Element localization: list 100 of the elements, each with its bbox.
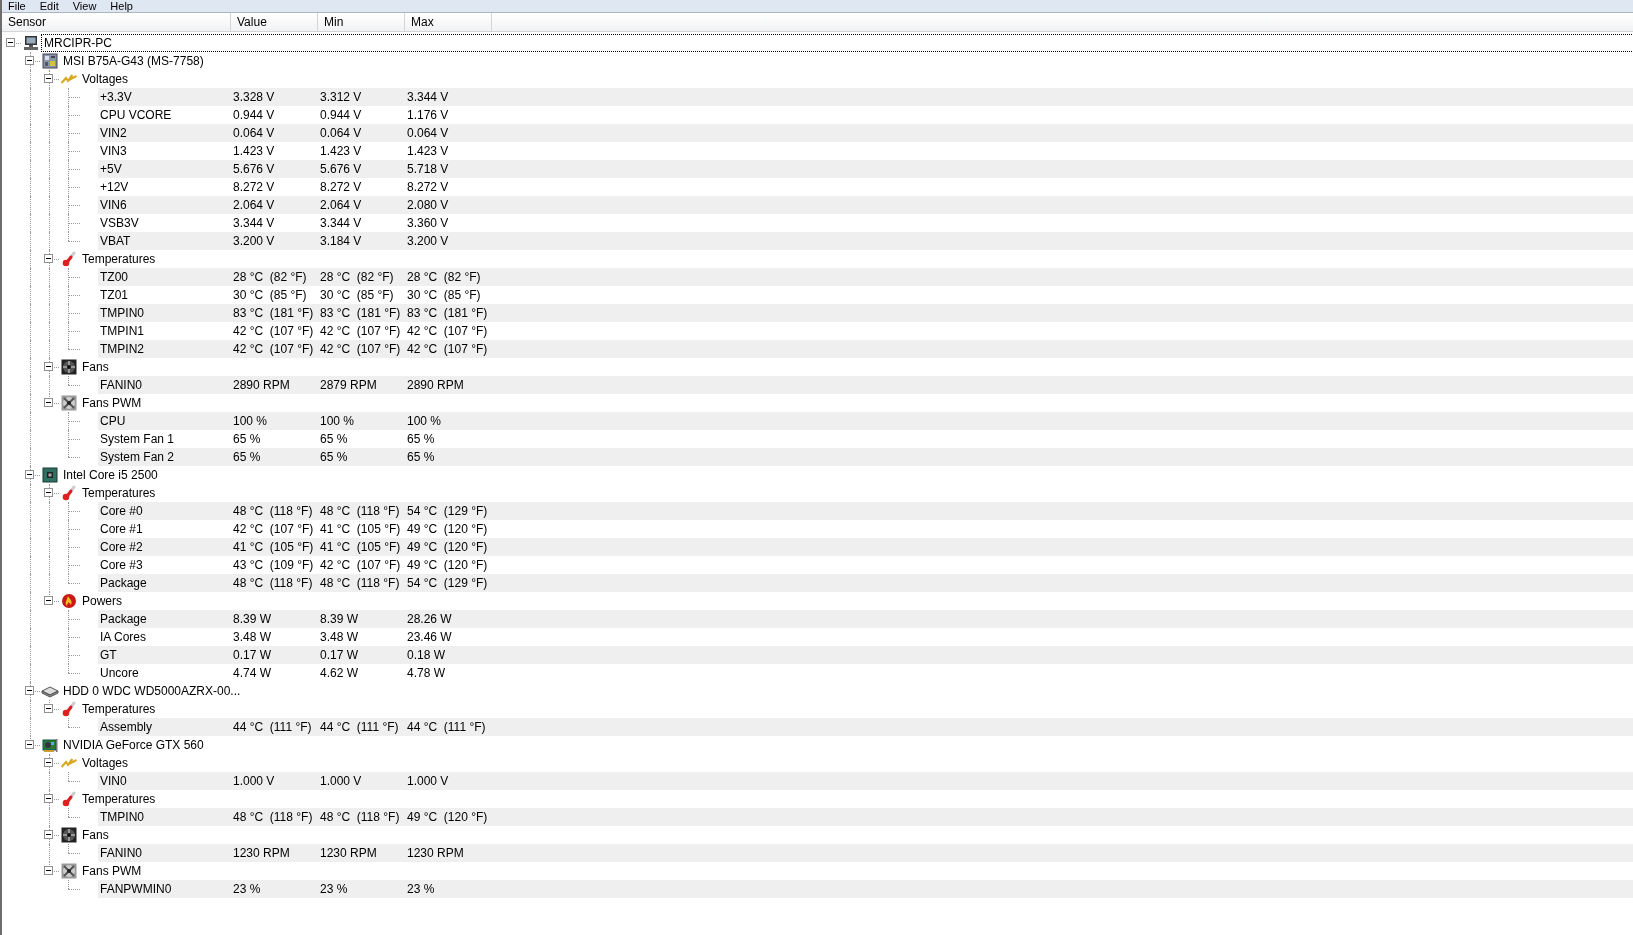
sensor-name: CPU [99,414,127,428]
sensor-min: 83 °C (181 °F) [320,306,402,320]
sensor-name: Core #0 [99,504,144,518]
sensor-value: 3.328 V [233,90,276,104]
tree-node-label[interactable]: Fans PWM [80,395,144,411]
sensor-max: 2.080 V [407,198,450,212]
processor-chip-icon [41,467,58,483]
menu-item[interactable]: File [8,0,26,12]
sensor-max: 1.176 V [407,108,450,122]
sensor-max: 8.272 V [407,180,450,194]
sensor-min: 65 % [320,432,349,446]
tree-node-label[interactable]: Intel Core i5 2500 [61,467,160,483]
collapse-toggle[interactable] [44,596,53,605]
sensor-name: FANIN0 [99,846,143,860]
sensor-max: 3.344 V [407,90,450,104]
sensor-name: FANPWMIN0 [99,882,173,896]
sensor-value: 65 % [233,450,262,464]
sensor-value: 42 °C (107 °F) [233,342,315,356]
sensor-max: 83 °C (181 °F) [407,306,489,320]
sensor-value: 43 °C (109 °F) [233,558,315,572]
sensor-name: Package [99,576,148,590]
sensor-name: +3.3V [99,90,133,104]
sensor-name: VBAT [99,234,132,248]
computer-icon [22,35,39,51]
collapse-toggle[interactable] [44,758,53,767]
sensor-value: 8.272 V [233,180,276,194]
tree-node-label[interactable]: MSI B75A-G43 (MS-7758) [61,53,206,69]
collapse-toggle[interactable] [44,74,53,83]
tree-node-label[interactable]: HDD 0 WDC WD5000AZRX-00... [61,683,243,699]
collapse-toggle[interactable] [44,254,53,263]
tree-node-label[interactable]: Temperatures [80,251,158,267]
collapse-toggle[interactable] [44,866,53,875]
sensor-min: 48 °C (118 °F) [320,810,401,824]
collapse-toggle[interactable] [25,470,34,479]
collapse-toggle[interactable] [25,686,34,695]
collapse-toggle[interactable] [44,398,53,407]
sensor-value: 3.48 W [233,630,272,644]
sensor-min: 1.000 V [320,774,363,788]
collapse-toggle[interactable] [25,740,34,749]
collapse-toggle[interactable] [44,830,53,839]
sensor-value: 100 % [233,414,269,428]
tree-node-label[interactable]: Fans [80,359,111,375]
sensor-max: 65 % [407,450,436,464]
sensor-value: 0.17 W [233,648,272,662]
sensor-value: 42 °C (107 °F) [233,522,315,536]
sensor-max: 5.718 V [407,162,450,176]
collapse-toggle[interactable] [44,704,53,713]
circuit-board-icon [41,53,58,69]
collapse-toggle[interactable] [44,488,53,497]
menu-item[interactable]: View [72,0,97,12]
sensor-max: 65 % [407,432,436,446]
tree-node-label[interactable]: Voltages [80,71,131,87]
sensor-max: 23.46 W [407,630,453,644]
tree-node-label[interactable]: Temperatures [80,485,158,501]
thermometer-icon [60,251,77,267]
sensor-value: 1230 RPM [233,846,291,860]
collapse-toggle[interactable] [44,362,53,371]
sensor-name: Package [99,612,148,626]
sensor-value: 2.064 V [233,198,276,212]
menu-item[interactable]: Help [110,0,133,12]
tree-node-label[interactable]: Voltages [80,755,131,771]
thermometer-icon [60,791,77,807]
sensor-min: 42 °C (107 °F) [320,324,402,338]
max-column-header[interactable]: Max [405,13,492,31]
sensor-max: 2890 RPM [407,378,465,392]
value-column-header[interactable]: Value [231,13,318,31]
sensor-min: 23 % [320,882,349,896]
sensor-value: 41 °C (105 °F) [233,540,315,554]
flame-icon [60,593,77,609]
sensor-max: 3.360 V [407,216,450,230]
collapse-toggle[interactable] [6,38,15,47]
collapse-toggle[interactable] [25,56,34,65]
sensor-value: 42 °C (107 °F) [233,324,315,338]
sensor-max: 49 °C (120 °F) [407,522,489,536]
tree-node-label[interactable]: Fans PWM [80,863,144,879]
sensor-max: 49 °C (120 °F) [407,810,489,824]
sensor-name: +12V [99,180,130,194]
tree-node-label[interactable]: Temperatures [80,791,158,807]
tree-node-label[interactable]: NVIDIA GeForce GTX 560 [61,737,206,753]
lightning-icon [60,74,77,84]
collapse-toggle[interactable] [44,794,53,803]
sensor-value: 48 °C (118 °F) [233,504,314,518]
min-column-header[interactable]: Min [318,13,405,31]
sensor-name: GT [99,648,118,662]
tree-node-label[interactable]: Fans [80,827,111,843]
tree-node-label[interactable]: MRCIPR-PC [42,35,1633,51]
tree-node-label[interactable]: Temperatures [80,701,158,717]
sensor-min: 3.48 W [320,630,359,644]
sensor-name: +5V [99,162,123,176]
sensor-value: 1.000 V [233,774,276,788]
sensor-min: 2.064 V [320,198,363,212]
sensor-max: 0.064 V [407,126,450,140]
sensor-max: 23 % [407,882,436,896]
sensor-value: 23 % [233,882,262,896]
tree-node-label[interactable]: Powers [80,593,124,609]
sensor-min: 0.064 V [320,126,363,140]
sensor-column-header[interactable]: Sensor [2,13,231,31]
menu-item[interactable]: Edit [39,0,59,12]
sensor-max: 28 °C (82 °F) [407,270,482,284]
sensor-max: 1230 RPM [407,846,465,860]
